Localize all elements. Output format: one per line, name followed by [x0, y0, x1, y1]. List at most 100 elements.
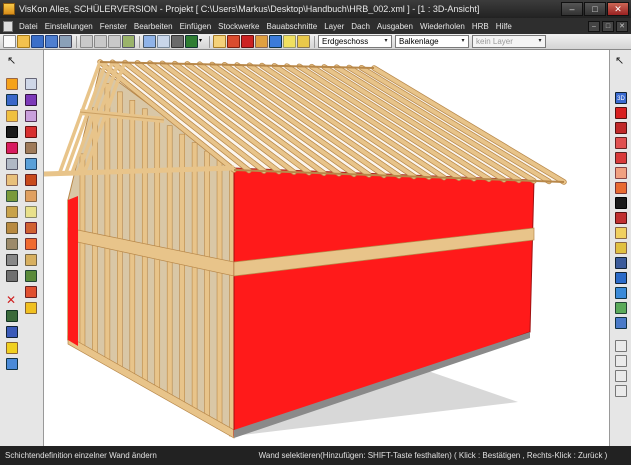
flag-icon[interactable] — [25, 302, 37, 314]
3d-cube-icon[interactable] — [185, 35, 198, 48]
delete-icon[interactable]: ✕ — [6, 294, 18, 306]
undo-icon[interactable] — [143, 35, 156, 48]
menu-hilfe[interactable]: Hilfe — [496, 22, 512, 31]
roof-view-icon[interactable] — [615, 122, 627, 134]
menu-stockwerke[interactable]: Stockwerke — [218, 22, 259, 31]
zoom-in-icon[interactable] — [80, 35, 93, 48]
roof-icon[interactable] — [227, 35, 240, 48]
menu-wiederholen[interactable]: Wiederholen — [420, 22, 465, 31]
document-icon[interactable] — [3, 20, 13, 32]
list-icon[interactable] — [615, 227, 627, 239]
menu-fenster[interactable]: Fenster — [100, 22, 127, 31]
grid-snap-icon[interactable] — [213, 35, 226, 48]
beam-icon[interactable] — [255, 35, 268, 48]
menu-ausgaben[interactable]: Ausgaben — [377, 22, 413, 31]
pointer-icon[interactable] — [283, 35, 296, 48]
section-icon[interactable] — [615, 137, 627, 149]
mirror-icon[interactable] — [615, 302, 627, 314]
measure-icon[interactable] — [297, 35, 310, 48]
zoom-window-icon[interactable] — [108, 35, 121, 48]
open-folder-icon[interactable] — [17, 35, 30, 48]
tree-icon[interactable] — [25, 270, 37, 282]
floorplan-icon[interactable] — [615, 152, 627, 164]
chimney-icon[interactable] — [6, 158, 18, 170]
save-icon[interactable] — [31, 35, 44, 48]
redo-icon[interactable] — [157, 35, 170, 48]
menu-layer[interactable]: Layer — [324, 22, 344, 31]
minimize-button[interactable]: – — [561, 2, 583, 16]
print-icon[interactable] — [59, 35, 72, 48]
layer-list-icon[interactable] — [6, 254, 18, 266]
shade-icon[interactable] — [615, 197, 627, 209]
purlin-icon[interactable] — [25, 174, 37, 186]
pan-icon[interactable] — [171, 35, 184, 48]
house-3d-model[interactable] — [44, 50, 609, 446]
dropdown-arrow-icon[interactable]: ▾ — [199, 35, 205, 48]
edit-icon[interactable] — [25, 286, 37, 298]
wall-icon[interactable] — [241, 35, 254, 48]
parts-list-icon[interactable] — [615, 370, 627, 382]
view-3d-icon[interactable]: 3D — [615, 92, 627, 104]
zoom-all-icon[interactable] — [122, 35, 135, 48]
connector-icon[interactable] — [25, 222, 37, 234]
chevron-down-icon[interactable]: ▾ — [381, 36, 391, 47]
mdi-close-button[interactable]: ✕ — [616, 20, 628, 32]
layer-wall-icon[interactable] — [615, 212, 627, 224]
house-icon[interactable] — [25, 142, 37, 154]
beam-tool-icon[interactable] — [6, 190, 18, 202]
3d-viewport[interactable] — [44, 50, 609, 446]
report-icon[interactable] — [615, 355, 627, 367]
layer-stack-icon[interactable] — [269, 35, 282, 48]
cut-icon[interactable] — [25, 238, 37, 250]
ruler-icon[interactable] — [615, 257, 627, 269]
mdi-minimize-button[interactable]: – — [588, 20, 600, 32]
wall-view-icon[interactable] — [615, 107, 627, 119]
chevron-down-icon[interactable]: ▾ — [458, 36, 468, 47]
menu-einfuegen[interactable]: Einfügen — [180, 22, 212, 31]
warning-icon[interactable] — [6, 342, 18, 354]
floor-icon[interactable] — [6, 94, 18, 106]
window-insert-icon[interactable] — [25, 78, 37, 90]
close-button[interactable]: ✕ — [607, 2, 629, 16]
save-as-icon[interactable] — [45, 35, 58, 48]
brace-icon[interactable] — [6, 222, 18, 234]
rafter-icon[interactable] — [6, 174, 18, 186]
stair-icon[interactable] — [6, 110, 18, 122]
menu-einstellungen[interactable]: Einstellungen — [45, 22, 93, 31]
cursor-icon[interactable]: ↖ — [615, 54, 627, 67]
export-icon[interactable] — [615, 385, 627, 397]
room-icon[interactable] — [6, 142, 18, 154]
menu-bearbeiten[interactable]: Bearbeiten — [134, 22, 173, 31]
person-icon[interactable] — [6, 310, 18, 322]
opening-icon[interactable] — [6, 126, 18, 138]
timber-frame-icon[interactable] — [6, 206, 18, 218]
menu-datei[interactable]: Datei — [19, 22, 38, 31]
arc-icon[interactable] — [25, 94, 37, 106]
plank-icon[interactable] — [6, 238, 18, 250]
menu-hrb[interactable]: HRB — [472, 22, 489, 31]
table-icon[interactable] — [615, 340, 627, 352]
elevation-icon[interactable] — [615, 167, 627, 179]
layer-select[interactable]: Balkenlage ▾ — [395, 35, 469, 48]
dimension-icon[interactable] — [25, 158, 37, 170]
maximize-button[interactable]: □ — [584, 2, 606, 16]
menu-dach[interactable]: Dach — [351, 22, 370, 31]
door-icon[interactable] — [25, 126, 37, 138]
menu-bauabschnitte[interactable]: Bauabschnitte — [267, 22, 318, 31]
pencil-icon[interactable] — [615, 242, 627, 254]
mdi-restore-button[interactable]: □ — [602, 20, 614, 32]
info-icon[interactable] — [6, 358, 18, 370]
sheeting-icon[interactable] — [25, 254, 37, 266]
rotate-icon[interactable] — [615, 317, 627, 329]
joist-icon[interactable] — [25, 206, 37, 218]
zoom-out-icon[interactable] — [94, 35, 107, 48]
line-icon[interactable] — [6, 270, 18, 282]
copy-icon[interactable] — [615, 272, 627, 284]
column-icon[interactable] — [25, 110, 37, 122]
render-icon[interactable] — [615, 182, 627, 194]
move-icon[interactable] — [615, 287, 627, 299]
floor-select[interactable]: Erdgeschoss ▾ — [318, 35, 392, 48]
cursor-icon[interactable]: ↖ — [7, 54, 19, 67]
wall-draw-icon[interactable] — [6, 78, 18, 90]
new-file-icon[interactable] — [3, 35, 16, 48]
